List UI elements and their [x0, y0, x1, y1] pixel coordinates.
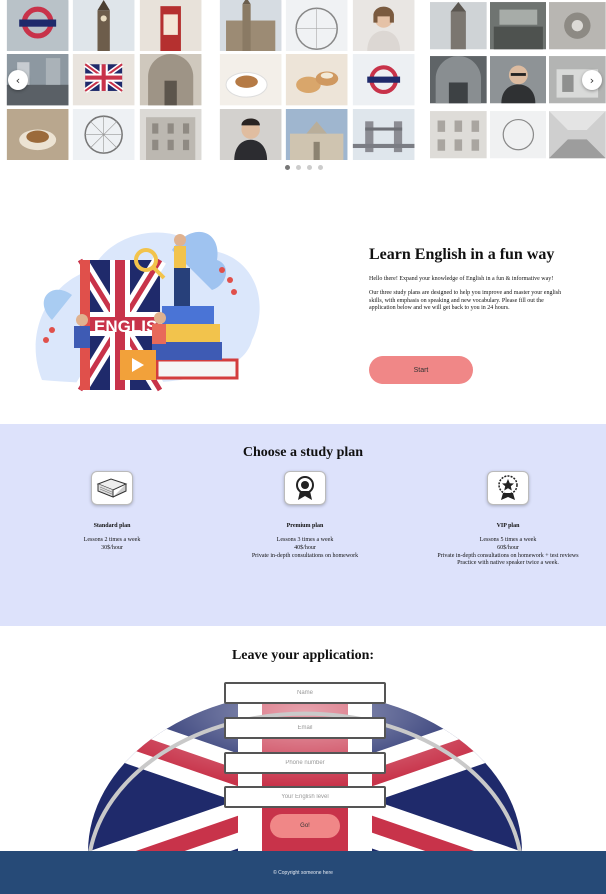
plan-detail: Private in-depth consultations on homewo… [251, 552, 359, 559]
plans-title: Choose a study plan [242, 445, 364, 460]
photo-ferris-wheel [285, 0, 348, 52]
footer: © Copyright someone here [0, 851, 606, 894]
gallery-slide-1 [6, 0, 202, 160]
phone-field[interactable] [224, 752, 386, 774]
plan-detail: Private in-depth consultations on homewo… [437, 552, 579, 559]
application-section: Leave your application: Go! [0, 626, 606, 851]
photo-big-ben [72, 0, 135, 52]
plan-detail: Lessons 2 times a week [83, 537, 141, 543]
plan-standard[interactable]: Standard plan Lessons 2 times a week 30$… [22, 471, 202, 553]
gallery-dot-4[interactable] [318, 165, 323, 170]
photo-facade [430, 109, 487, 160]
intro-text-block: Learn English in a fun way Hello there! … [369, 246, 569, 319]
submit-application-button[interactable]: Go! [270, 814, 340, 838]
photo-union-jack [72, 54, 135, 106]
plan-detail: Practice with native speaker twice a wee… [457, 560, 559, 567]
copyright-text: © Copyright someone here [273, 869, 333, 876]
intro-title: Learn English in a fun way [369, 246, 555, 263]
photo-eye-wheel [489, 109, 547, 160]
plan-vip[interactable]: VIP plan Lessons 5 times a week 60$/hour… [418, 471, 598, 568]
photo-ornament [549, 0, 606, 51]
email-field[interactable] [224, 717, 386, 739]
plan-premium[interactable]: Premium plan Lessons 3 times a week 40$/… [215, 471, 395, 560]
photo-underground-sign [6, 0, 69, 52]
gallery-pagination [285, 165, 323, 170]
photo-corridor [549, 109, 606, 160]
plan-name: Standard plan [93, 523, 131, 529]
plan-detail: 40$/hour [294, 544, 316, 551]
plan-detail: Lessons 3 times a week [276, 537, 334, 543]
gallery-next-button[interactable]: › [582, 70, 602, 90]
gallery-dot-2[interactable] [296, 165, 301, 170]
gallery-dot-3[interactable] [307, 165, 312, 170]
photo-scones [285, 54, 348, 106]
photo-tower [430, 0, 487, 51]
book-icon [91, 471, 133, 505]
photo-subway-tunnel [430, 54, 487, 105]
badge-icon [284, 471, 326, 505]
study-plans-section: Choose a study plan Standard plan Lesson… [0, 424, 606, 626]
plan-detail: 30$/hour [101, 544, 123, 551]
photo-parliament [219, 0, 282, 52]
photo-arcade [139, 54, 202, 106]
photo-gallery: ‹ › [0, 0, 606, 178]
photo-market [489, 0, 547, 51]
photo-london-eye [72, 108, 135, 160]
photo-building [139, 108, 202, 160]
gallery-slide-3 [430, 0, 606, 160]
gallery-dot-1[interactable] [285, 165, 290, 170]
photo-palace [285, 108, 348, 160]
english-level-field[interactable] [224, 786, 386, 808]
plan-detail: 60$/hour [497, 544, 519, 551]
star-badge-icon [487, 471, 529, 505]
name-field[interactable] [224, 682, 386, 704]
gallery-prev-button[interactable]: ‹ [8, 70, 28, 90]
start-button[interactable]: Start [369, 356, 473, 384]
intro-paragraph-1: Hello there! Expand your knowledge of En… [369, 276, 554, 282]
photo-underground-logo [352, 54, 415, 106]
photo-teacup [6, 108, 69, 160]
photo-tea-set [219, 54, 282, 106]
plan-name: VIP plan [496, 523, 520, 529]
intro-section: ENGLISH Learn English in a fun way Hello… [0, 178, 606, 424]
intro-paragraph-2: Our three study plans are designed to he… [369, 289, 562, 312]
photo-woman-portrait [352, 0, 415, 52]
english-books-illustration: ENGLISH [22, 210, 272, 400]
application-title: Leave your application: [231, 648, 375, 663]
photo-phone-box [139, 0, 202, 52]
plan-detail: Lessons 5 times a week [479, 537, 537, 543]
plan-name: Premium plan [286, 523, 324, 529]
photo-man-portrait [219, 108, 282, 160]
gallery-slide-2 [219, 0, 415, 160]
photo-man-glasses [489, 54, 547, 105]
photo-tower-bridge [352, 108, 415, 160]
